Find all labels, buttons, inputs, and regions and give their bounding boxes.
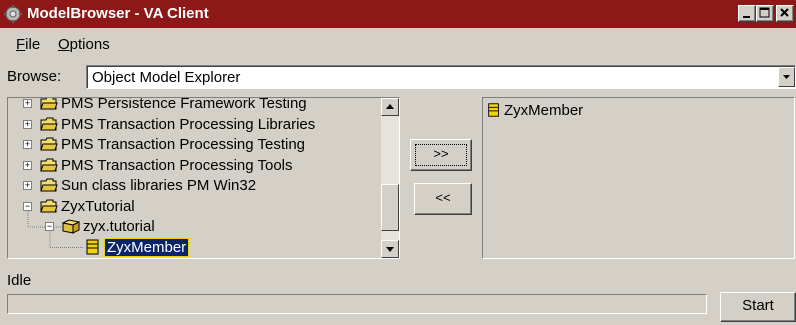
minimize-button[interactable]: [738, 5, 756, 22]
chevron-up-icon: [386, 104, 394, 109]
expand-icon[interactable]: +: [23, 181, 32, 190]
menu-options[interactable]: Options: [58, 36, 110, 53]
tree-panel[interactable]: + PMS Persistence Framework Testing + PMS T…: [7, 97, 400, 259]
scroll-up-button[interactable]: [381, 98, 399, 116]
tree-item-label: PMS Persistence Framework Testing: [61, 98, 307, 112]
tree-item-label: ZyxMember: [103, 237, 190, 257]
tree-item-label: zyx.tutorial: [83, 218, 155, 235]
window-title: ModelBrowser - VA Client: [27, 5, 209, 22]
menu-bar: File Options: [0, 32, 796, 56]
browse-combo-value: Object Model Explorer: [92, 69, 241, 86]
scroll-thumb[interactable]: [381, 184, 399, 231]
title-bar[interactable]: ModelBrowser - VA Client: [0, 0, 796, 28]
remove-button[interactable]: <<: [414, 183, 472, 215]
tree-view[interactable]: + PMS Persistence Framework Testing + PMS T…: [8, 98, 378, 258]
start-button[interactable]: Start: [720, 292, 796, 322]
progress-bar: [7, 294, 707, 314]
folder-icon: [40, 98, 58, 110]
close-button[interactable]: [776, 5, 794, 22]
expand-icon[interactable]: +: [23, 140, 32, 149]
minimize-icon: [743, 16, 750, 18]
menu-file[interactable]: File: [16, 36, 40, 53]
add-button[interactable]: >>: [410, 139, 472, 171]
chevron-down-icon: [386, 247, 394, 252]
expand-icon[interactable]: +: [23, 160, 32, 170]
tree-item-label: PMS Transaction Processing Testing: [61, 136, 306, 153]
collapse-icon[interactable]: −: [23, 201, 32, 211]
package-icon: [62, 219, 80, 234]
folder-open-icon: [40, 199, 58, 212]
tree-item-label: PMS Transaction Processing Tools: [61, 156, 293, 174]
tree-item-label: ZyxTutorial: [61, 197, 135, 215]
tree-item-label: PMS Transaction Processing Libraries: [61, 115, 316, 133]
list-item-label: ZyxMember: [504, 102, 584, 119]
gear-icon: [4, 5, 22, 23]
tree-scrollbar[interactable]: [381, 98, 399, 258]
tree-item-label: Sun class libraries PM Win32: [61, 177, 257, 194]
folder-icon: [40, 178, 58, 192]
combo-dropdown-button[interactable]: [778, 67, 795, 87]
selected-items-list[interactable]: ZyxMember: [482, 97, 795, 259]
class-icon: [86, 239, 99, 254]
folder-icon: [40, 137, 58, 151]
maximize-icon: [759, 7, 770, 18]
folder-icon: [40, 158, 58, 171]
scroll-down-button[interactable]: [381, 240, 399, 258]
expand-icon[interactable]: +: [23, 99, 32, 108]
folder-icon: [40, 117, 58, 130]
expand-icon[interactable]: +: [23, 119, 32, 129]
close-icon: [780, 8, 789, 17]
maximize-button[interactable]: [756, 5, 774, 22]
status-text: Idle: [7, 272, 32, 289]
collapse-icon[interactable]: −: [45, 222, 54, 231]
browse-combo[interactable]: Object Model Explorer: [86, 65, 796, 89]
class-icon: [488, 103, 499, 117]
browse-label: Browse:: [7, 68, 62, 85]
chevron-down-icon: [783, 75, 790, 79]
